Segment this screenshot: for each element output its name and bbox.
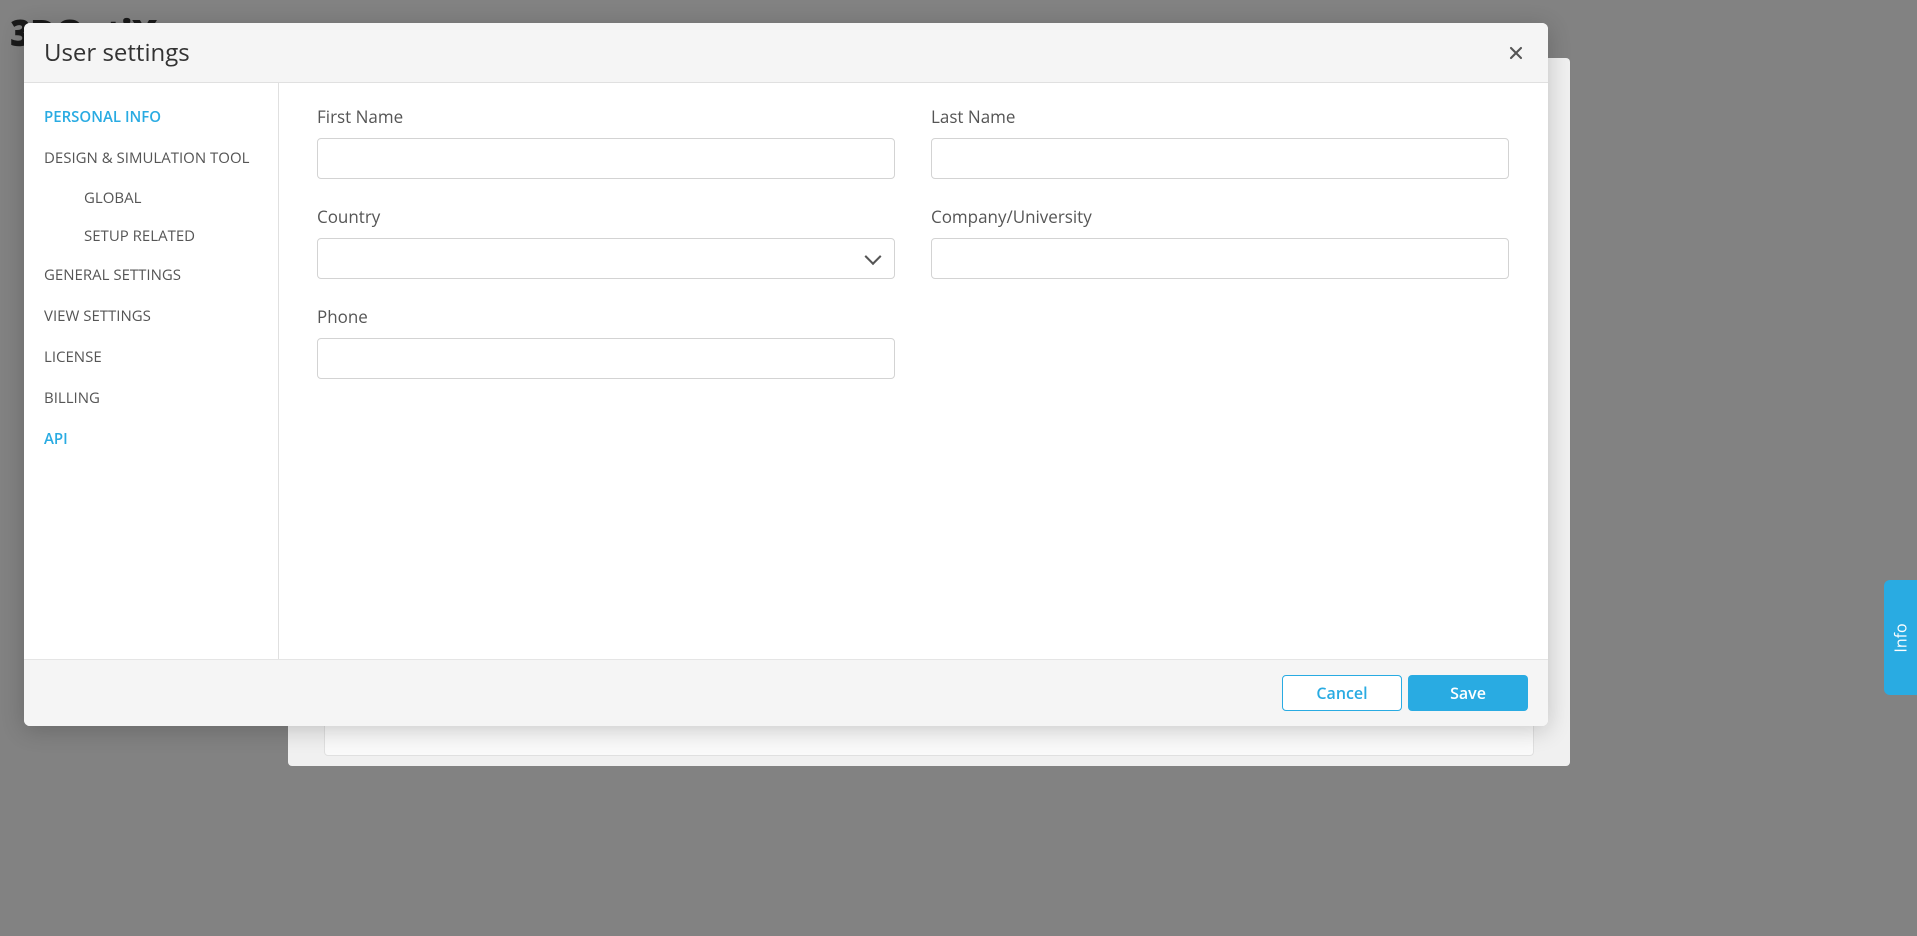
settings-content: First Name Last Name Country	[279, 83, 1548, 659]
sidebar-item-general-settings[interactable]: GENERAL SETTINGS	[24, 255, 278, 296]
sidebar-item-billing[interactable]: BILLING	[24, 378, 278, 419]
modal-title: User settings	[44, 36, 190, 69]
info-tab[interactable]: Info	[1884, 580, 1917, 695]
phone-label: Phone	[317, 305, 895, 328]
first-name-label: First Name	[317, 105, 895, 128]
modal-footer: Cancel Save	[24, 659, 1548, 726]
modal-body: PERSONAL INFO DESIGN & SIMULATION TOOL G…	[24, 83, 1548, 659]
country-select[interactable]	[317, 238, 895, 279]
company-label: Company/University	[931, 205, 1509, 228]
info-tab-label: Info	[1889, 623, 1911, 652]
country-label: Country	[317, 205, 895, 228]
close-button[interactable]	[1504, 41, 1528, 65]
cancel-button[interactable]: Cancel	[1282, 675, 1402, 711]
sidebar-item-api[interactable]: API	[24, 419, 278, 460]
sidebar-item-design-simulation[interactable]: DESIGN & SIMULATION TOOL	[24, 138, 278, 179]
first-name-input[interactable]	[317, 138, 895, 179]
last-name-input[interactable]	[931, 138, 1509, 179]
user-settings-modal: User settings PERSONAL INFO DESIGN & SIM…	[24, 23, 1548, 726]
sidebar-item-license[interactable]: LICENSE	[24, 337, 278, 378]
sidebar-item-view-settings[interactable]: VIEW SETTINGS	[24, 296, 278, 337]
last-name-label: Last Name	[931, 105, 1509, 128]
sidebar-item-personal-info[interactable]: PERSONAL INFO	[24, 97, 278, 138]
close-icon	[1506, 43, 1526, 63]
settings-sidebar: PERSONAL INFO DESIGN & SIMULATION TOOL G…	[24, 83, 279, 659]
save-button[interactable]: Save	[1408, 675, 1528, 711]
company-input[interactable]	[931, 238, 1509, 279]
modal-header: User settings	[24, 23, 1548, 83]
sidebar-item-global[interactable]: GLOBAL	[24, 179, 278, 217]
modal-overlay: User settings PERSONAL INFO DESIGN & SIM…	[0, 0, 1917, 936]
sidebar-item-setup-related[interactable]: SETUP RELATED	[24, 217, 278, 255]
phone-input[interactable]	[317, 338, 895, 379]
